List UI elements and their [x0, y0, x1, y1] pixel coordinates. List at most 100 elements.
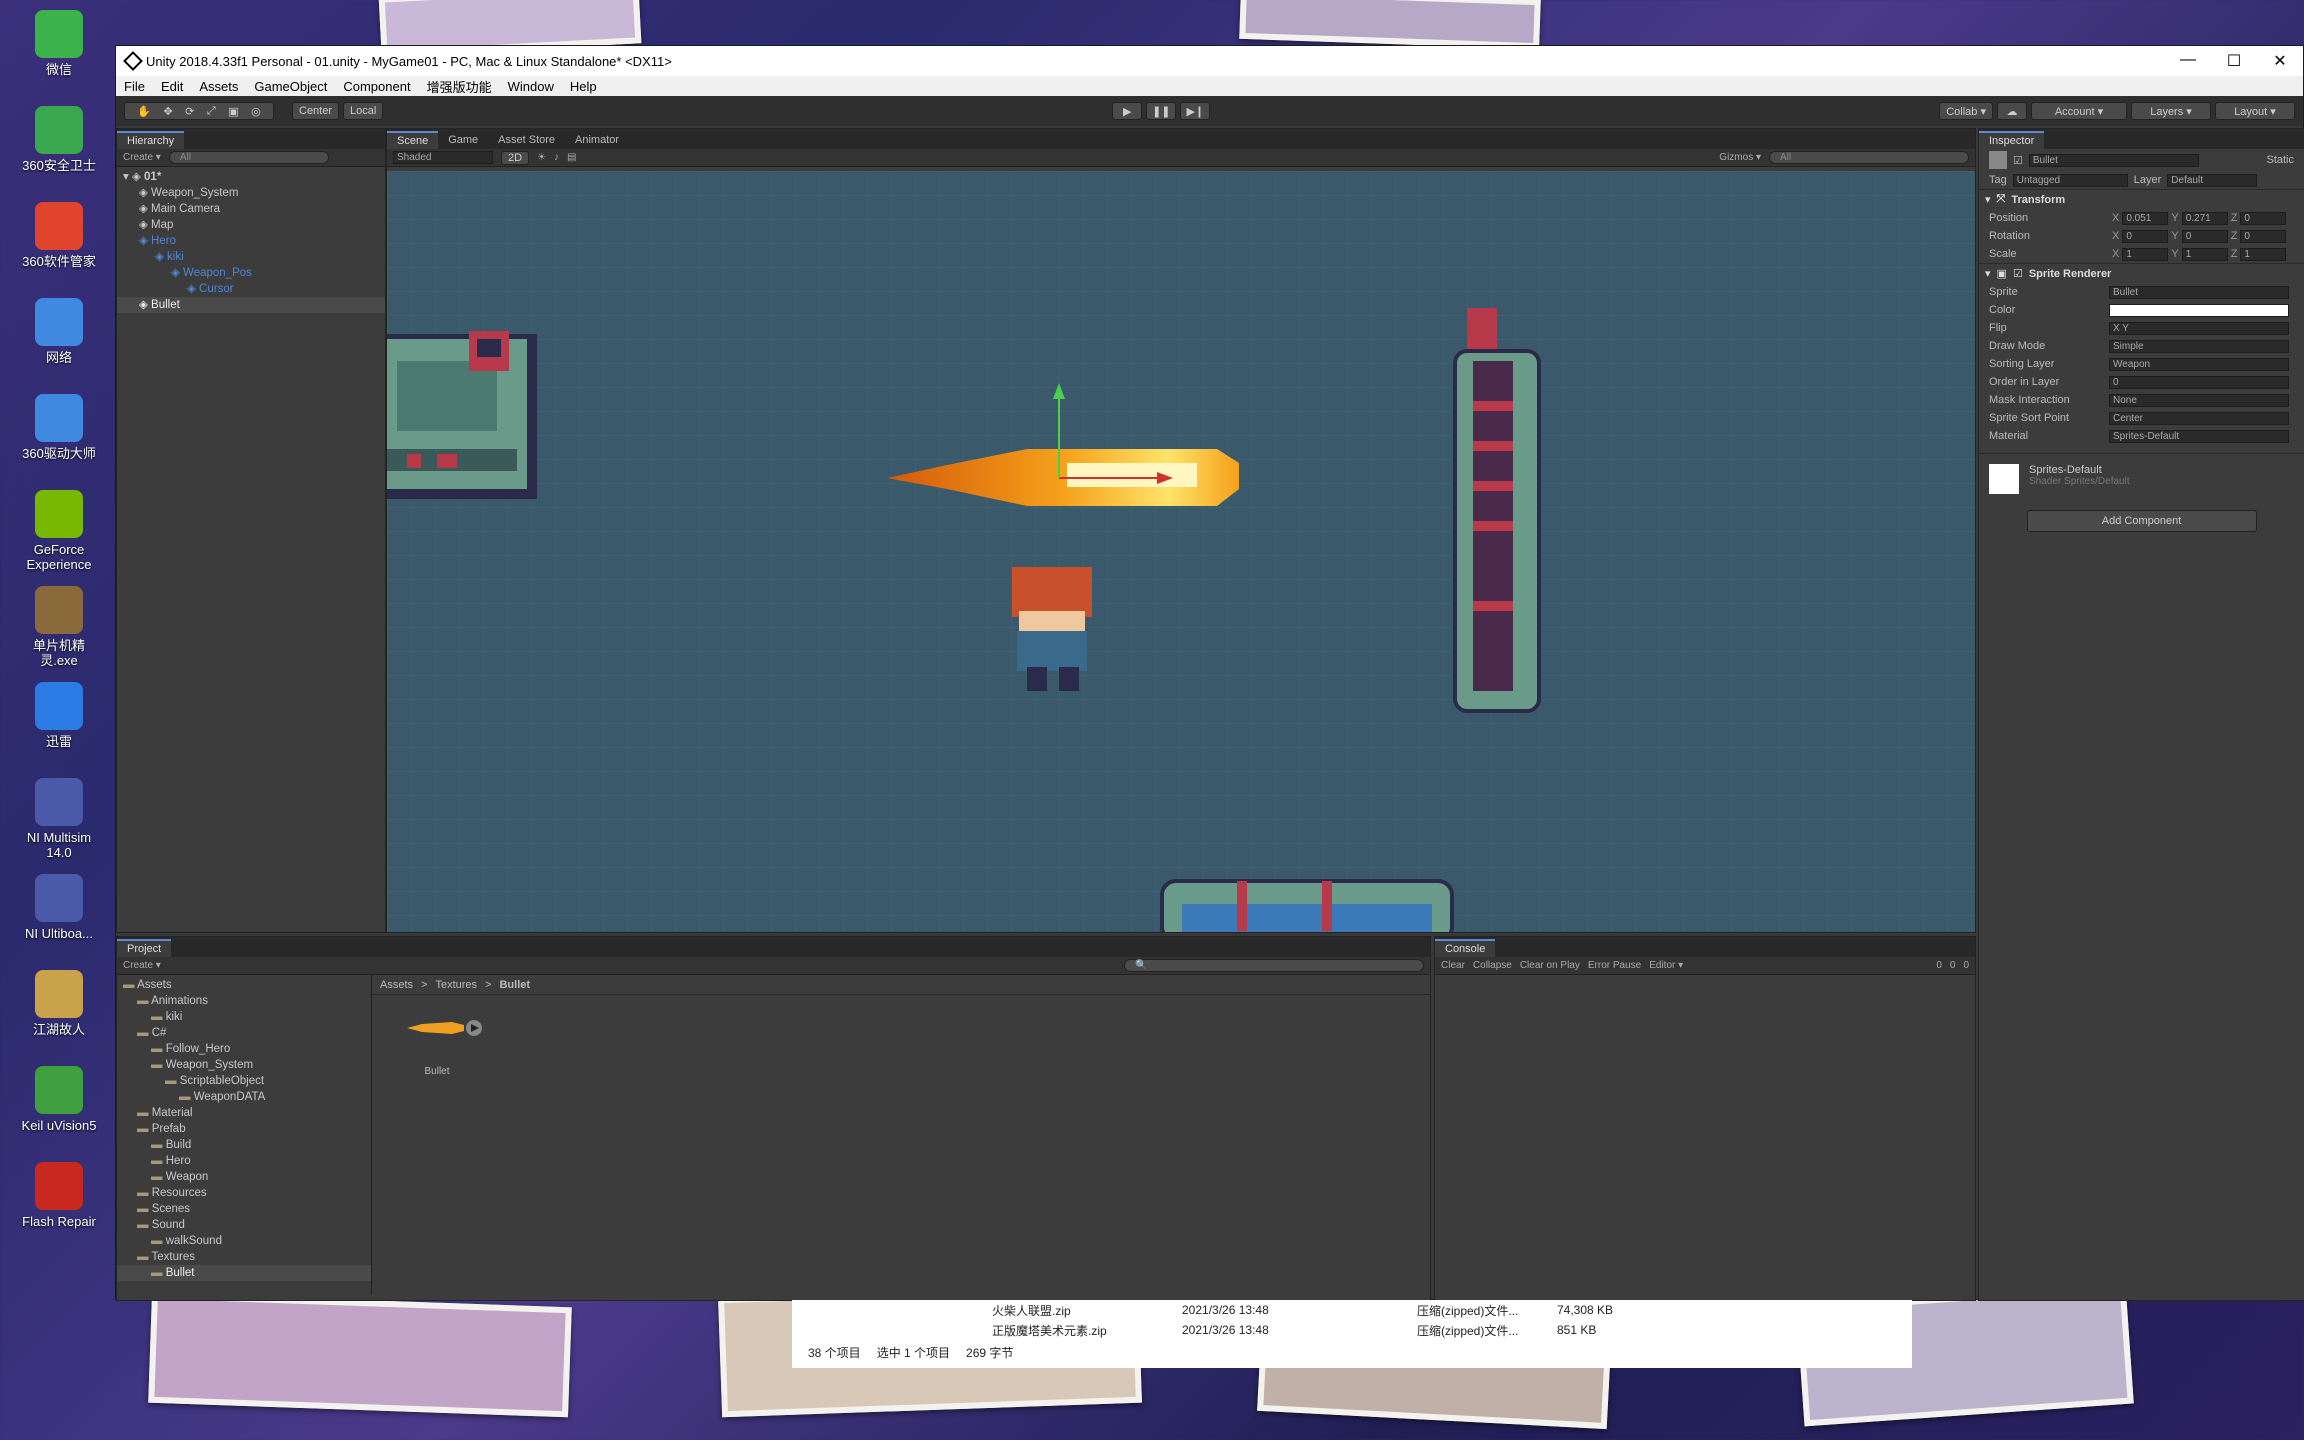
project-folder[interactable]: ▬ Textures — [117, 1249, 371, 1265]
project-folder[interactable]: ▬ kiki — [117, 1009, 371, 1025]
project-folder[interactable]: ▬ ScriptableObject — [117, 1073, 371, 1089]
project-folder[interactable]: ▬ Weapon_System — [117, 1057, 371, 1073]
menu-item[interactable]: Window — [500, 79, 562, 94]
menu-item[interactable]: File — [116, 79, 153, 94]
rotate-tool-icon[interactable]: ⟳ — [185, 105, 194, 118]
move-tool-icon[interactable]: ✥ — [163, 105, 172, 118]
2d-toggle[interactable]: 2D — [501, 150, 530, 165]
desktop-icon[interactable]: 360驱动大师 — [18, 394, 100, 461]
audio-icon[interactable]: ♪ — [554, 152, 559, 163]
sprite-renderer-field[interactable]: None — [2109, 393, 2289, 407]
desktop-icon[interactable]: 单片机精灵.exe — [18, 586, 100, 668]
lighting-icon[interactable]: ☀ — [537, 152, 546, 163]
sprite-renderer-header[interactable]: ▾ ▣ ☑ Sprite Renderer — [1979, 263, 2304, 283]
project-folder[interactable]: ▬ Build — [117, 1137, 371, 1153]
close-button[interactable]: ✕ — [2257, 51, 2303, 71]
sprite-renderer-field[interactable] — [2109, 303, 2289, 317]
transform-z-field[interactable]: 0 — [2240, 229, 2287, 243]
rect-tool-icon[interactable]: ▣ — [228, 105, 238, 118]
desktop-icon[interactable]: 360软件管家 — [18, 202, 100, 269]
project-folder[interactable]: ▬ C# — [117, 1025, 371, 1041]
scene-search-input[interactable]: All — [1769, 151, 1969, 164]
transform-tools[interactable]: ✋ ✥ ⟳ ⤢ ▣ ◎ — [124, 102, 274, 120]
file-row[interactable]: 火柴人联盟.zip 2021/3/26 13:48 压缩(zipped)文件... 7… — [792, 1300, 1912, 1320]
hierarchy-item[interactable]: ◈ Map — [117, 217, 385, 233]
project-folder[interactable]: ▬ Material — [117, 1105, 371, 1121]
file-row[interactable]: 正版魔塔美术元素.zip 2021/3/26 13:48 压缩(zipped)文件.… — [792, 1320, 1912, 1340]
hierarchy-item[interactable]: ◈ Hero — [117, 233, 385, 249]
project-create-button[interactable]: Create ▾ — [123, 960, 161, 971]
hierarchy-item[interactable]: ◈ Weapon_System — [117, 185, 385, 201]
desktop-icon[interactable]: NI Ultiboa... — [18, 874, 100, 941]
desktop-icon[interactable]: 网络 — [18, 298, 100, 365]
add-component-button[interactable]: Add Component — [2026, 510, 2257, 532]
component-checkbox[interactable]: ☑ — [2013, 267, 2023, 280]
hierarchy-item[interactable]: ◈ Bullet — [117, 297, 385, 313]
project-folder[interactable]: ▬ Sound — [117, 1217, 371, 1233]
sprite-renderer-field[interactable]: X Y — [2109, 321, 2289, 335]
scene-canvas[interactable] — [387, 171, 1975, 932]
breadcrumb-item[interactable]: Bullet — [499, 979, 530, 991]
project-folder[interactable]: ▬ Bullet — [117, 1265, 371, 1281]
scene-tab[interactable]: Animator — [565, 131, 629, 149]
console-button[interactable]: Clear on Play — [1520, 960, 1580, 971]
transform-x-field[interactable]: 0.051 — [2122, 211, 2169, 225]
tag-dropdown[interactable]: Untagged — [2012, 173, 2128, 187]
static-checkbox[interactable]: Static — [2266, 154, 2294, 166]
layout-dropdown[interactable]: Layout ▾ — [2215, 102, 2295, 120]
space-toggle[interactable]: Local — [343, 102, 384, 120]
transform-x-field[interactable]: 1 — [2122, 247, 2169, 261]
layers-dropdown[interactable]: Layers ▾ — [2131, 102, 2211, 120]
transform-z-field[interactable]: 1 — [2240, 247, 2287, 261]
pivot-toggle[interactable]: Center — [292, 102, 340, 120]
account-dropdown[interactable]: Account ▾ — [2031, 102, 2127, 120]
play-button[interactable]: ▶ — [1112, 102, 1143, 120]
desktop-icon[interactable]: Keil uVision5 — [18, 1066, 100, 1133]
scene-tab[interactable]: Game — [438, 131, 488, 149]
transform-x-field[interactable]: 0 — [2122, 229, 2169, 243]
desktop-icon[interactable]: Flash Repair — [18, 1162, 100, 1229]
project-folder[interactable]: ▬ Follow_Hero — [117, 1041, 371, 1057]
effects-icon[interactable]: ▤ — [567, 152, 576, 163]
console-button[interactable]: Editor ▾ — [1649, 960, 1683, 971]
console-button[interactable]: Error Pause — [1588, 960, 1641, 971]
menu-item[interactable]: Help — [562, 79, 605, 94]
project-folder[interactable]: ▬ Scenes — [117, 1201, 371, 1217]
tab-hierarchy[interactable]: Hierarchy — [117, 131, 185, 149]
menu-item[interactable]: GameObject — [246, 79, 335, 94]
menu-item[interactable]: Component — [335, 79, 418, 94]
project-folder[interactable]: ▬ Assets — [117, 977, 371, 993]
sprite-renderer-field[interactable]: Sprites-Default — [2109, 429, 2289, 443]
hierarchy-item[interactable]: ◈ Weapon_Pos — [117, 265, 385, 281]
hand-tool-icon[interactable]: ✋ — [137, 105, 151, 118]
breadcrumb-item[interactable]: Assets — [380, 979, 413, 991]
menu-item[interactable]: 增强版功能 — [419, 77, 500, 96]
breadcrumb-item[interactable]: Textures — [435, 979, 477, 991]
transform-header[interactable]: ▾ ⤧ Transform — [1979, 189, 2304, 209]
console-count[interactable]: 0 — [1936, 960, 1942, 971]
project-folder[interactable]: ▬ walkSound — [117, 1233, 371, 1249]
pause-button[interactable]: ❚❚ — [1146, 102, 1177, 120]
collab-button[interactable]: Collab ▾ — [1939, 102, 1993, 120]
scale-tool-icon[interactable]: ⤢ — [207, 105, 216, 118]
project-folder[interactable]: ▬ Hero — [117, 1153, 371, 1169]
project-folder[interactable]: ▬ Weapon — [117, 1169, 371, 1185]
console-count[interactable]: 0 — [1963, 960, 1969, 971]
gizmos-dropdown[interactable]: Gizmos ▾ — [1719, 152, 1761, 163]
hierarchy-create-button[interactable]: Create ▾ — [123, 152, 161, 163]
transform-y-field[interactable]: 0.271 — [2181, 211, 2228, 225]
project-folder[interactable]: ▬ Prefab — [117, 1121, 371, 1137]
cloud-icon[interactable]: ☁ — [1997, 102, 2027, 120]
hierarchy-search-input[interactable]: All — [168, 151, 329, 164]
shading-dropdown[interactable]: Shaded — [393, 151, 493, 164]
menu-item[interactable]: Edit — [153, 79, 191, 94]
desktop-icon[interactable]: GeForce Experience — [18, 490, 100, 572]
transform-z-field[interactable]: 0 — [2240, 211, 2287, 225]
step-button[interactable]: ▶❙ — [1180, 102, 1211, 120]
console-button[interactable]: Collapse — [1473, 960, 1512, 971]
hierarchy-item[interactable]: ◈ kiki — [117, 249, 385, 265]
scene-tab[interactable]: Asset Store — [488, 131, 565, 149]
layer-dropdown[interactable]: Default — [2167, 173, 2258, 187]
sprite-renderer-field[interactable]: Bullet — [2109, 285, 2289, 299]
transform-y-field[interactable]: 1 — [2181, 247, 2228, 261]
